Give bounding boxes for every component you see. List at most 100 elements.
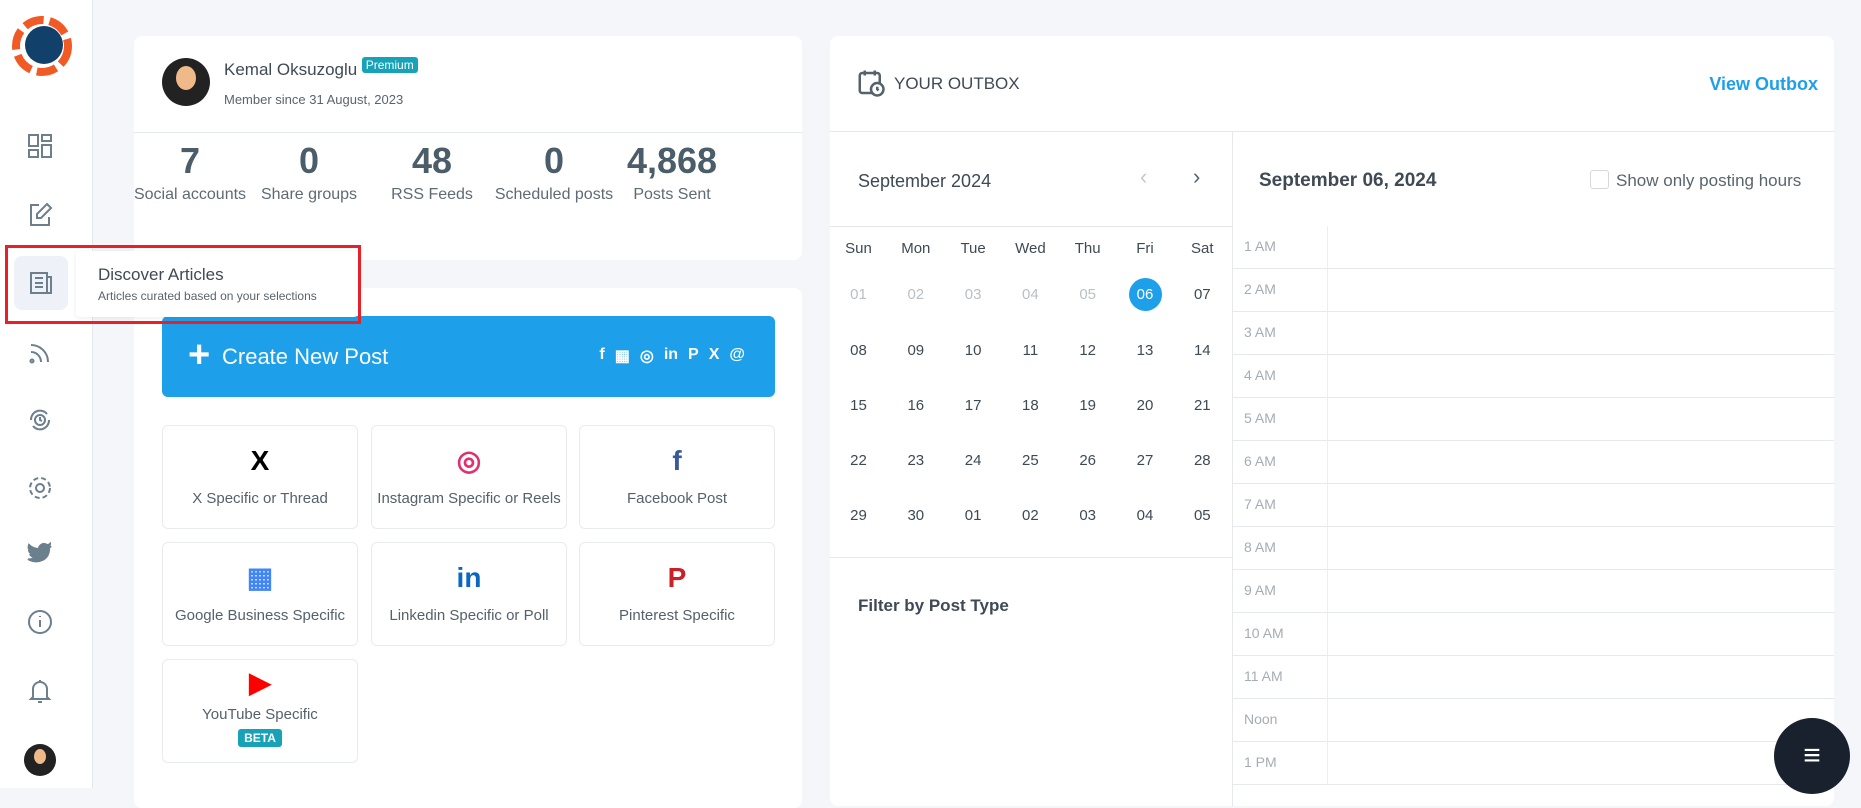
calendar-day[interactable]: 11 <box>1002 342 1059 359</box>
calendar-day[interactable]: 02 <box>887 286 944 303</box>
hour-slot[interactable]: 5 AM <box>1232 398 1834 441</box>
user-avatar[interactable] <box>20 740 60 780</box>
tile-label: Linkedin Specific or Poll <box>389 607 549 624</box>
network-icon: X <box>250 445 270 476</box>
post-type-tile[interactable]: X X Specific or Thread <box>162 425 358 529</box>
calendar-day[interactable]: 14 <box>1174 342 1231 359</box>
sidebar-settings[interactable] <box>20 468 60 508</box>
create-new-post-button[interactable]: + Create New Post f ▦ ◎ in P X @ <box>162 316 775 397</box>
hour-label: 7 AM <box>1244 496 1276 512</box>
hour-slot[interactable]: 2 AM <box>1232 269 1834 312</box>
logo[interactable] <box>12 16 72 76</box>
stat-label: Share groups <box>260 186 358 203</box>
calendar-day[interactable]: 10 <box>945 342 1002 359</box>
tile-label: Instagram Specific or Reels <box>377 490 561 507</box>
network-icon: P <box>667 562 687 593</box>
calendar-day[interactable]: 25 <box>1002 452 1059 469</box>
hour-label: 3 AM <box>1244 324 1276 340</box>
hour-slot[interactable]: 3 AM <box>1232 312 1834 355</box>
calendar-day[interactable]: 01 <box>945 507 1002 524</box>
sidebar-compose[interactable] <box>20 195 60 235</box>
calendar-day[interactable]: 04 <box>1002 286 1059 303</box>
hour-slot[interactable]: 11 AM <box>1232 656 1834 699</box>
calendar-day[interactable]: 05 <box>1059 286 1116 303</box>
calendar-day[interactable]: 08 <box>830 342 887 359</box>
sidebar-bell[interactable] <box>20 671 60 711</box>
hour-slot[interactable]: 8 AM <box>1232 527 1834 570</box>
bell-icon <box>28 680 52 703</box>
next-month-button[interactable]: › <box>1193 164 1200 190</box>
hour-slot[interactable]: Noon <box>1232 699 1834 742</box>
calendar-day[interactable]: 15 <box>830 397 887 414</box>
divider <box>830 131 1834 132</box>
divider <box>830 557 1232 558</box>
sidebar-twitter[interactable] <box>20 533 60 573</box>
profile-avatar[interactable] <box>162 58 210 106</box>
post-type-tile[interactable]: P Pinterest Specific <box>579 542 775 646</box>
hour-slot[interactable]: 4 AM <box>1232 355 1834 398</box>
profile-card: Kemal Oksuzoglu Premium Member since 31 … <box>134 36 802 260</box>
calendar-day[interactable]: 04 <box>1117 507 1174 524</box>
create-card: + Create New Post f ▦ ◎ in P X @ XX Specific o… <box>134 288 802 808</box>
posting-hours-checkbox[interactable] <box>1590 170 1609 189</box>
calendar-day[interactable]: 30 <box>887 507 944 524</box>
calendar-day[interactable]: 01 <box>830 286 887 303</box>
hour-slot[interactable]: 7 AM <box>1232 484 1834 527</box>
hour-slot[interactable]: 1 PM <box>1232 742 1834 785</box>
calendar-day[interactable]: 28 <box>1174 452 1231 469</box>
post-type-tile[interactable]: f Facebook Post <box>579 425 775 529</box>
sidebar-rss[interactable] <box>20 333 60 373</box>
post-type-tile[interactable]: ◎ Instagram Specific or Reels <box>371 425 567 529</box>
calendar-day[interactable]: 23 <box>887 452 944 469</box>
network-icon: f <box>599 346 605 363</box>
selected-day[interactable]: 06 <box>1117 286 1174 303</box>
calendar-day[interactable]: 24 <box>945 452 1002 469</box>
calendar-day[interactable]: 17 <box>945 397 1002 414</box>
calendar-day[interactable]: 29 <box>830 507 887 524</box>
active-nav-bg[interactable] <box>14 256 68 310</box>
prev-month-button[interactable]: ‹ <box>1140 164 1147 190</box>
calendar-day[interactable]: 12 <box>1059 342 1116 359</box>
sidebar-dashboard[interactable] <box>20 126 60 166</box>
stat-value: 0 <box>298 140 320 181</box>
network-icon: in <box>456 562 482 593</box>
stat-label: Posts Sent <box>633 186 711 203</box>
post-type-tile[interactable]: in Linkedin Specific or Poll <box>371 542 567 646</box>
network-icon: ▦ <box>246 562 274 593</box>
articles-icon <box>30 272 52 294</box>
calendar-day[interactable]: 13 <box>1117 342 1174 359</box>
menu-fab[interactable]: ≡ <box>1774 718 1850 794</box>
calendar-day[interactable]: 03 <box>945 286 1002 303</box>
calendar-day[interactable]: 05 <box>1174 507 1231 524</box>
hour-slot[interactable]: 6 AM <box>1232 441 1834 484</box>
hour-label: 4 AM <box>1244 367 1276 383</box>
sidebar-info[interactable] <box>20 602 60 642</box>
calendar-day[interactable]: 22 <box>830 452 887 469</box>
tile-label: Google Business Specific <box>174 607 346 624</box>
calendar-day[interactable]: 21 <box>1174 397 1231 414</box>
calendar-day[interactable]: 02 <box>1002 507 1059 524</box>
hour-slot[interactable]: 10 AM <box>1232 613 1834 656</box>
rss-icon <box>29 344 49 364</box>
compose-icon <box>30 202 53 226</box>
post-type-tile[interactable]: ▦ Google Business Specific <box>162 542 358 646</box>
sidebar-recycle[interactable] <box>20 400 60 440</box>
calendar-day[interactable]: 19 <box>1059 397 1116 414</box>
post-type-tile[interactable]: ▶ YouTube Specific BETA <box>162 659 358 763</box>
twitter-icon <box>27 541 52 563</box>
calendar-day[interactable]: 20 <box>1117 397 1174 414</box>
calendar-day[interactable]: 03 <box>1059 507 1116 524</box>
selected-date: September 06, 2024 <box>1259 170 1437 191</box>
hour-slot[interactable]: 1 AM <box>1232 226 1834 269</box>
network-icon: ◎ <box>639 348 654 365</box>
hour-slot[interactable]: 9 AM <box>1232 570 1834 613</box>
calendar-day[interactable]: 27 <box>1117 452 1174 469</box>
hour-label: 1 PM <box>1244 754 1277 770</box>
stat-value: 48 <box>411 140 453 181</box>
view-outbox-link[interactable]: View Outbox <box>1709 74 1818 95</box>
calendar-day[interactable]: 18 <box>1002 397 1059 414</box>
calendar-day[interactable]: 07 <box>1174 286 1231 303</box>
calendar-day[interactable]: 26 <box>1059 452 1116 469</box>
calendar-day[interactable]: 09 <box>887 342 944 359</box>
calendar-day[interactable]: 16 <box>887 397 944 414</box>
